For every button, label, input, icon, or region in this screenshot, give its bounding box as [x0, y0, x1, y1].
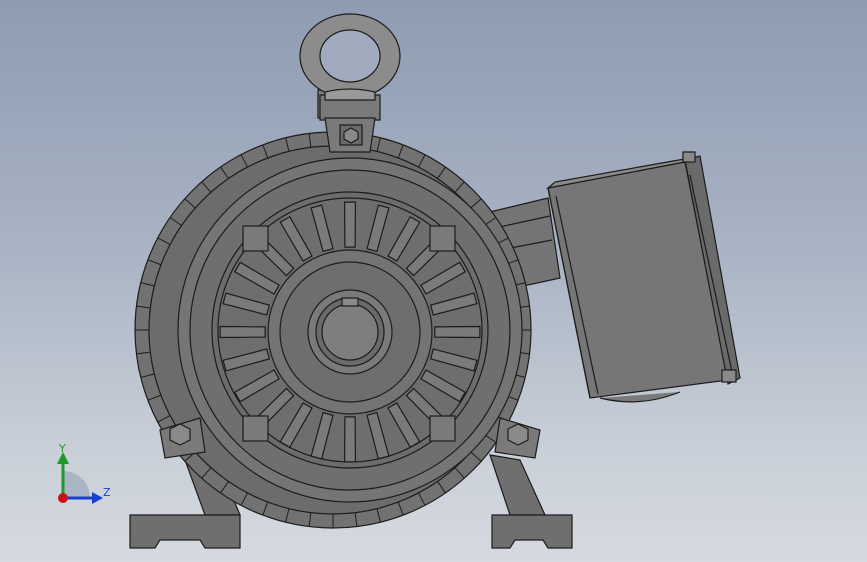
triad-y-label: Y: [59, 442, 66, 455]
terminal-box: [545, 151, 741, 403]
right-mounting-foot: [489, 454, 573, 549]
coordinate-triad: Y Z: [40, 440, 120, 510]
end-shield-rib: [343, 416, 357, 463]
triad-z-label: Z: [103, 486, 111, 499]
end-shield-rib: [219, 325, 266, 339]
right-side-lug: [494, 417, 541, 459]
coordinate-triad-icon: [57, 452, 103, 504]
end-shield-rib: [434, 325, 481, 339]
bearing-hub: [267, 249, 433, 415]
end-shield-rib: [343, 201, 357, 248]
top-lug: [324, 117, 376, 153]
motor-model[interactable]: [0, 0, 867, 562]
lifting-eye: [299, 13, 401, 121]
graphics-viewport[interactable]: Y Z: [0, 0, 867, 562]
